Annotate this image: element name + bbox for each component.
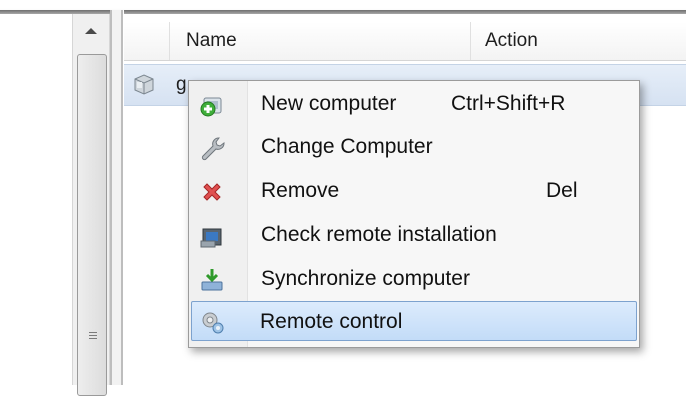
menu-item-change-computer[interactable]: Change Computer [191, 127, 637, 167]
menu-item-check-remote-installation[interactable]: Check remote installation [191, 215, 637, 255]
menu-item-shortcut: Ctrl+Shift+R [451, 92, 566, 115]
scroll-up-arrow-icon[interactable] [73, 14, 109, 48]
menu-item-synchronize-computer[interactable]: Synchronize computer [191, 259, 637, 299]
column-header-icon[interactable] [124, 22, 168, 60]
pane-splitter[interactable] [110, 10, 124, 385]
check-installation-icon [200, 228, 222, 248]
synchronize-icon [201, 269, 223, 291]
menu-item-label: Change Computer [261, 135, 433, 158]
remove-icon [203, 183, 221, 201]
menu-item-new-computer[interactable]: New computer Ctrl+Shift+R [191, 84, 637, 124]
list-border [124, 10, 686, 14]
menu-item-label: Check remote installation [261, 223, 497, 246]
menu-item-label: Synchronize computer [261, 267, 470, 290]
wrench-icon [201, 137, 225, 161]
scrollbar-grip-icon [89, 332, 97, 341]
menu-item-label: Remote control [260, 310, 403, 333]
scrollbar-thumb[interactable] [77, 54, 107, 396]
remote-control-icon [202, 312, 224, 334]
list-header: Name Action [124, 22, 686, 61]
computer-name: g [176, 74, 187, 95]
vertical-scrollbar[interactable] [72, 14, 110, 396]
menu-item-label: New computer [261, 92, 397, 115]
menu-item-shortcut: Del [546, 179, 578, 202]
new-computer-icon [200, 97, 222, 117]
column-header-action[interactable]: Action [470, 22, 686, 60]
menu-item-label: Remove [261, 179, 340, 202]
context-menu: New computer Ctrl+Shift+R Change Compute… [188, 80, 640, 348]
computer-icon [134, 74, 154, 95]
menu-item-remote-control[interactable]: Remote control [191, 301, 637, 341]
menu-item-remove[interactable]: Remove Del [191, 171, 637, 211]
column-header-name[interactable]: Name [169, 22, 469, 60]
